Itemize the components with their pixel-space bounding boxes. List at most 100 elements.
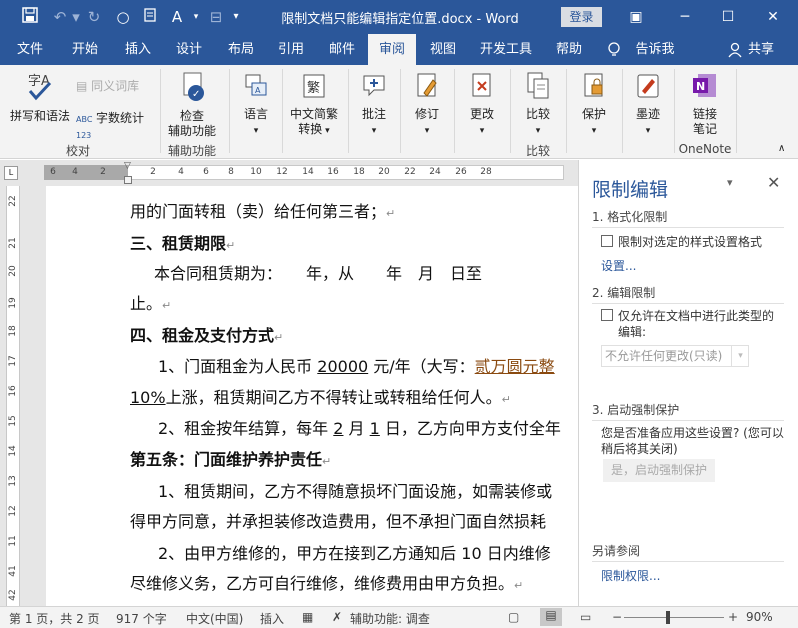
format-icon[interactable]: ⊟ <box>206 7 226 27</box>
doc-heading[interactable]: 四、租金及支付方式↵ <box>130 322 283 346</box>
tracking-label: 修订 <box>414 107 439 121</box>
new-doc-icon[interactable] <box>141 7 161 27</box>
doc-paragraph[interactable]: 得甲方同意，并承担装修改造费用，但不承担门面自然损耗 <box>130 508 546 532</box>
tab-view[interactable]: 视图 <box>418 34 468 65</box>
doc-paragraph[interactable]: 2、租金按年结算，每年 2 月 1 日，乙方向甲方支付全年 <box>158 415 561 439</box>
customize-qa-icon[interactable]: ▾ <box>226 7 246 27</box>
check-accessibility-button[interactable]: ✓ 检查 辅助功能 <box>163 71 221 139</box>
chevron-down-icon[interactable]: ▾ <box>731 345 749 367</box>
share-button[interactable]: 共享 <box>745 34 777 65</box>
restrict-permission-link[interactable]: 限制权限... <box>601 567 660 584</box>
ruler-tick: 21 <box>8 237 18 249</box>
start-enforcing-button[interactable]: 是，启动强制保护 <box>603 459 715 482</box>
pane-close-icon[interactable]: ✕ <box>767 173 780 192</box>
doc-paragraph[interactable]: 止。↵ <box>130 290 171 314</box>
collapse-ribbon-icon[interactable]: ∧ <box>778 141 785 156</box>
zoom-slider[interactable] <box>624 617 724 618</box>
zoom-slider-handle[interactable] <box>666 611 670 624</box>
ruler-tick: 16 <box>327 167 339 177</box>
tell-me-box[interactable]: 告诉我 <box>632 34 678 65</box>
spelling-grammar-button[interactable]: 字A 拼写和语法 <box>8 71 72 124</box>
document-area[interactable]: 用的门面转租（卖）给任何第三者；↵ 三、租赁期限↵ 本合同租赁期为： 年，从 年… <box>26 186 578 606</box>
word-count-button[interactable]: ABC 123 字数统计 <box>76 111 150 143</box>
tab-insert[interactable]: 插入 <box>112 34 164 65</box>
read-mode-icon[interactable]: ▢ <box>508 610 519 624</box>
font-dropdown-icon[interactable]: ▾ <box>186 7 206 27</box>
protect-button[interactable]: 保护 ▾ <box>572 71 616 139</box>
minimize-icon[interactable]: ─ <box>673 5 697 29</box>
insert-mode[interactable]: 插入 <box>260 610 284 627</box>
compare-button[interactable]: 比较 ▾ <box>516 71 560 139</box>
formatting-checkbox[interactable] <box>601 235 613 247</box>
changes-button[interactable]: 更改 ▾ <box>460 71 504 139</box>
undo-dropdown-icon[interactable]: ▾ <box>66 7 86 27</box>
tab-developer[interactable]: 开发工具 <box>470 34 542 65</box>
doc-paragraph[interactable]: 用的门面转租（卖）给任何第三者；↵ <box>130 198 395 222</box>
settings-link[interactable]: 设置... <box>601 257 636 274</box>
login-button[interactable]: 登录 <box>561 7 602 27</box>
ribbon-display-icon[interactable]: ▣ <box>624 5 648 29</box>
tab-file[interactable]: 文件 <box>4 34 56 65</box>
check-access-label-2: 辅助功能 <box>167 124 216 138</box>
doc-heading[interactable]: 三、租赁期限↵ <box>130 230 235 254</box>
horizontal-ruler[interactable]: L 6 4 2 2 4 6 8 10 12 14 16 18 20 22 24 … <box>0 160 578 186</box>
circle-icon[interactable]: ○ <box>113 7 133 27</box>
zoom-in-icon[interactable]: + <box>728 610 738 624</box>
hanging-indent-icon[interactable] <box>124 176 132 184</box>
tab-review[interactable]: 审阅 <box>368 34 416 65</box>
ruler-tick: 26 <box>455 167 467 177</box>
person-icon <box>726 34 744 65</box>
tab-home[interactable]: 开始 <box>58 34 112 65</box>
ink-icon <box>626 71 670 105</box>
maximize-icon[interactable]: ☐ <box>716 5 740 29</box>
tab-references[interactable]: 引用 <box>268 34 314 65</box>
tab-help[interactable]: 帮助 <box>544 34 594 65</box>
pane-options-icon[interactable]: ▾ <box>727 176 733 189</box>
editing-checkbox-label-2: 编辑: <box>618 325 647 339</box>
first-line-indent-icon[interactable]: ▽ <box>124 161 131 171</box>
editing-checkbox[interactable] <box>601 309 613 321</box>
tab-mailings[interactable]: 邮件 <box>318 34 366 65</box>
zoom-level[interactable]: 90% <box>746 610 773 624</box>
tracking-button[interactable]: 修订 ▾ <box>406 71 448 139</box>
ruler-tick: 24 <box>429 167 441 177</box>
tab-layout[interactable]: 布局 <box>216 34 266 65</box>
ink-button[interactable]: 墨迹 ▾ <box>626 71 670 139</box>
page-count[interactable]: 第 1 页，共 2 页 <box>9 610 100 627</box>
macro-record-icon[interactable]: ▦ <box>302 610 313 624</box>
ruler-tick: 13 <box>8 475 18 487</box>
close-icon[interactable]: ✕ <box>761 5 785 29</box>
document-page[interactable]: 用的门面转租（卖）给任何第三者；↵ 三、租赁期限↵ 本合同租赁期为： 年，从 年… <box>46 186 578 606</box>
ruler-tick: 14 <box>302 167 314 177</box>
doc-paragraph[interactable]: 本合同租赁期为： 年，从 年 月 日至 <box>154 260 482 284</box>
doc-paragraph[interactable]: 尽维修义务，乙方可自行维修，维修费用由甲方负担。↵ <box>130 570 523 594</box>
accessibility-status-icon[interactable]: ✗ <box>332 610 342 624</box>
doc-paragraph[interactable]: 10%上涨，租赁期间乙方不得转让或转租给任何人。↵ <box>130 384 511 408</box>
comments-button[interactable]: 批注 ▾ <box>354 71 394 139</box>
formatting-checkbox-label: 限制对选定的样式设置格式 <box>618 235 763 249</box>
language-button[interactable]: A 语言 ▾ <box>236 71 276 139</box>
linked-notes-button[interactable]: N 链接 笔记 <box>680 71 730 137</box>
chinese-conversion-button[interactable]: 繁 中文简繁 转换 ▾ <box>286 71 342 139</box>
doc-paragraph[interactable]: 1、租赁期间，乙方不得随意损坏门面设施，如需装修或 <box>158 478 552 502</box>
thesaurus-button[interactable]: ▤ 同义词库 <box>76 79 150 94</box>
tab-selector-icon[interactable]: L <box>4 166 18 180</box>
track-changes-icon <box>406 71 448 105</box>
compare-dropdown-icon: ▾ <box>535 126 541 136</box>
word-count[interactable]: 917 个字 <box>116 610 167 627</box>
doc-heading[interactable]: 第五条：门面维护养护责任↵ <box>130 446 331 470</box>
zoom-out-icon[interactable]: − <box>612 610 622 624</box>
language-status[interactable]: 中文(中国) <box>186 610 243 627</box>
accessibility-status[interactable]: 辅助功能: 调查 <box>350 610 430 627</box>
status-bar: 第 1 页，共 2 页 917 个字 中文(中国) 插入 ▦ ✗ 辅助功能: 调… <box>0 606 798 628</box>
font-style-icon[interactable]: A <box>167 7 187 27</box>
doc-paragraph[interactable]: 1、门面租金为人民币 20000 元/年（大写：贰万圆元整 <box>158 353 555 377</box>
save-icon[interactable] <box>20 7 40 27</box>
redo-icon[interactable]: ↻ <box>84 7 104 27</box>
tab-design[interactable]: 设计 <box>164 34 214 65</box>
section-formatting: 1. 格式化限制 <box>592 208 784 228</box>
web-layout-icon[interactable]: ▭ <box>580 610 591 624</box>
doc-paragraph[interactable]: 2、由甲方维修的，甲方在接到乙方通知后 10 日内维修 <box>158 540 551 564</box>
editing-type-select[interactable]: 不允许任何更改(只读) <box>601 345 749 367</box>
print-layout-icon[interactable]: ▤ <box>540 608 562 626</box>
